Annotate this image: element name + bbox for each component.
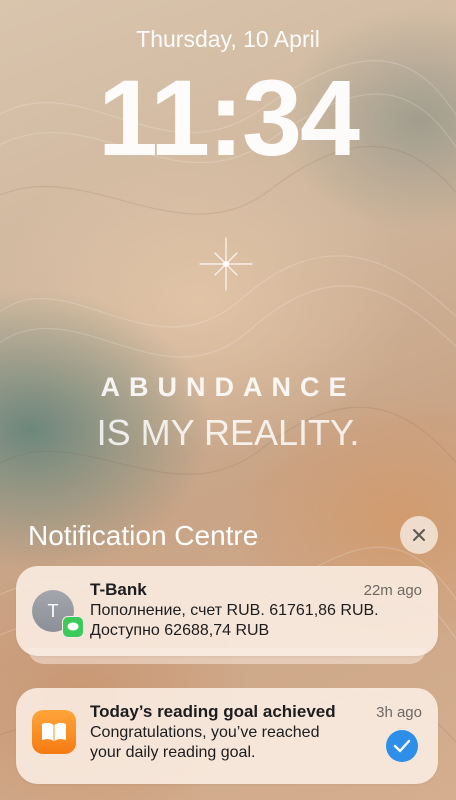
notification-title: Today’s reading goal achieved	[90, 702, 336, 721]
checkmark-icon	[386, 730, 418, 762]
avatar-letter: T	[47, 600, 59, 621]
close-icon	[413, 529, 425, 541]
clear-notifications-button[interactable]	[400, 516, 438, 554]
notification-line: Доступно 62688,74 RUB	[90, 622, 270, 639]
messages-icon	[62, 616, 84, 638]
notification-app-name: T-Bank	[90, 580, 147, 599]
sparkle-icon	[199, 237, 253, 291]
notification-books[interactable]: Today’s reading goal achieved 3h ago Con…	[16, 688, 438, 784]
notification-body: Congratulations, you’ve reached your dai…	[90, 723, 410, 763]
notification-centre-title: Notification Centre	[28, 520, 259, 551]
notification-line: Congratulations, you’ve reached	[90, 724, 320, 741]
lockscreen-clock: 11:34	[97, 57, 360, 178]
wallpaper-text-line1: ABUNDANCE	[100, 372, 356, 402]
wallpaper-text-line2: IS MY REALITY.	[96, 412, 360, 453]
notification-tbank[interactable]: T T-Bank 22m ago Пополнение, счет RUB. 6…	[16, 566, 438, 656]
notification-line: your daily reading goal.	[90, 744, 256, 761]
lockscreen-date: Thursday, 10 April	[136, 26, 320, 52]
books-icon	[32, 710, 76, 754]
notification-line: Пополнение, счет RUB. 61761,86 RUB.	[90, 602, 379, 619]
notification-time: 22m ago	[363, 582, 422, 599]
notification-body: Пополнение, счет RUB. 61761,86 RUB. Дост…	[90, 601, 410, 641]
notification-time: 3h ago	[376, 704, 422, 721]
